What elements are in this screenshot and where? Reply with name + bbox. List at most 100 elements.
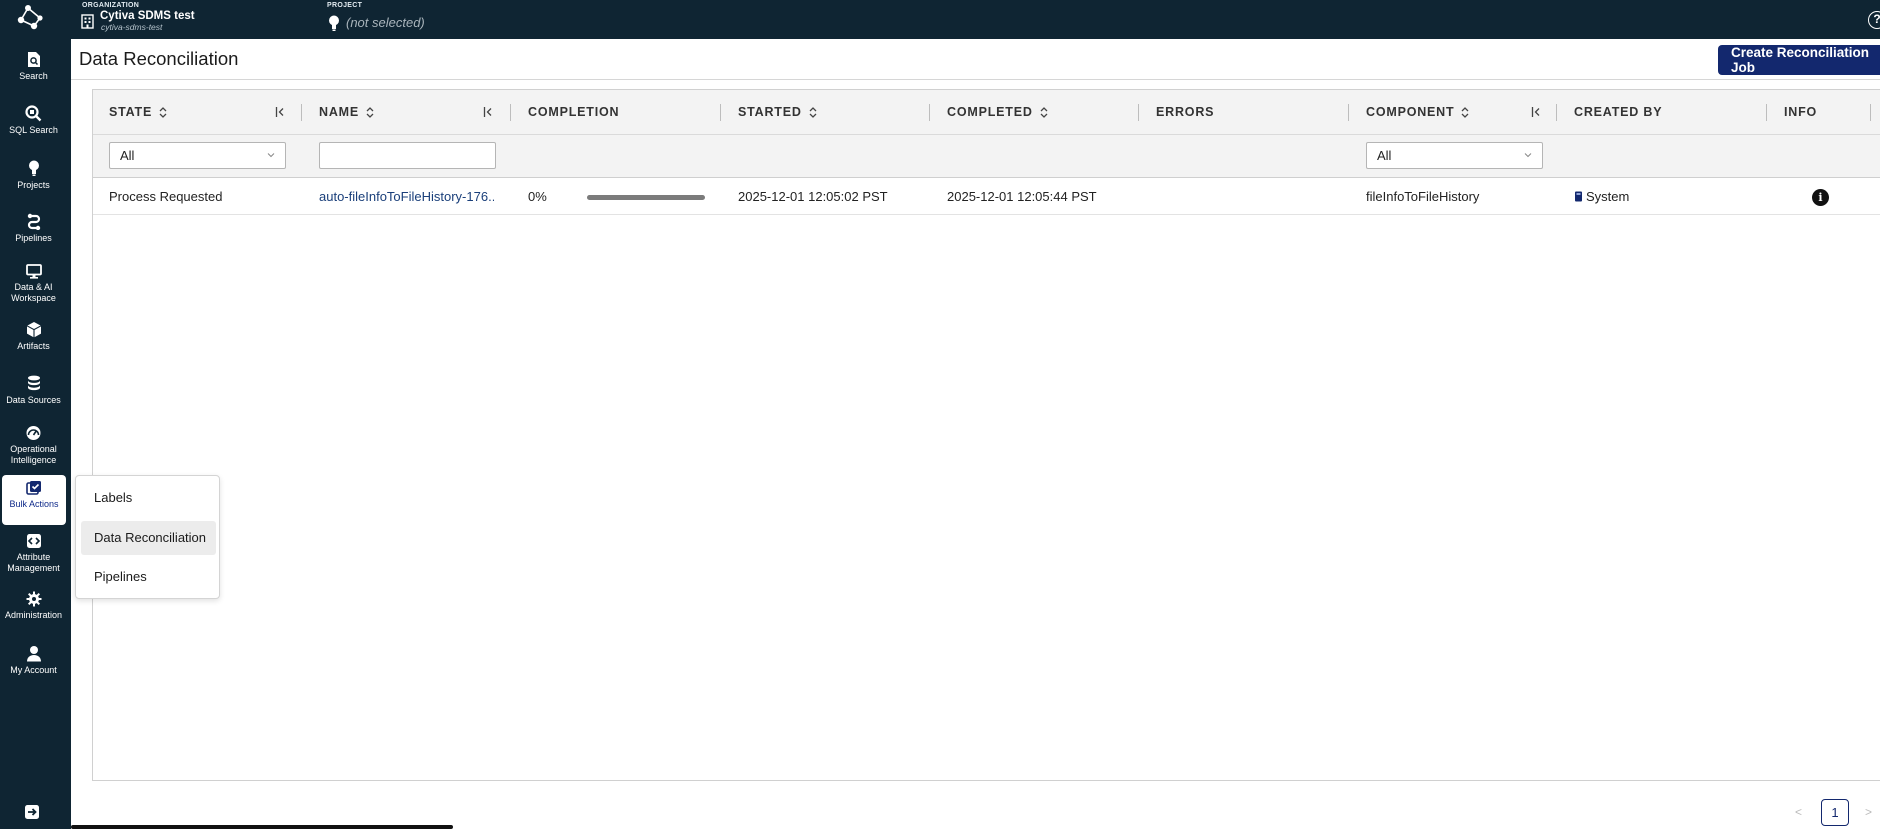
bulk-actions-menu: Labels Data Reconciliation Pipelines — [75, 475, 220, 599]
component-filter-select[interactable]: All — [1366, 142, 1543, 169]
collapse-column-icon[interactable] — [275, 106, 285, 118]
menu-item-labels[interactable]: Labels — [81, 481, 216, 515]
app-logo-icon[interactable] — [16, 4, 44, 32]
pagination-prev-button[interactable]: < — [1795, 805, 1802, 819]
monitor-icon — [25, 264, 42, 279]
completion-progress-bar — [587, 195, 705, 200]
sidebar-item-projects[interactable]: Projects — [0, 159, 67, 191]
column-separator[interactable] — [1138, 104, 1139, 121]
column-header-label: NAME — [319, 105, 360, 119]
info-icon[interactable]: i — [1812, 189, 1829, 206]
sidebar-item-label: Data Sources — [6, 395, 61, 405]
sidebar-item-label: Search — [19, 71, 48, 81]
component-cell: fileInfoToFileHistory — [1366, 189, 1480, 204]
sidebar-item-label: Data & AI Workspace — [11, 282, 56, 303]
sidebar-item-label: Pipelines — [15, 233, 52, 243]
sidebar-item-administration[interactable]: Administration — [0, 591, 67, 621]
sidebar-item-sql-search[interactable]: SQL Search — [0, 105, 67, 136]
sidebar-item-search[interactable]: Search — [0, 51, 67, 82]
chevron-down-icon — [267, 153, 275, 158]
completed-cell: 2025-12-01 12:05:44 PST — [947, 189, 1097, 204]
help-icon[interactable]: ? — [1868, 11, 1880, 29]
completion-progress-fill — [587, 195, 705, 200]
code-brackets-icon — [26, 534, 41, 548]
sort-icon[interactable] — [1461, 107, 1469, 119]
lightbulb-icon — [329, 15, 339, 31]
cube-icon — [26, 322, 41, 338]
create-reconciliation-job-button[interactable]: Create Reconciliation Job — [1718, 45, 1880, 75]
pagination-next-button[interactable]: > — [1865, 805, 1872, 819]
lightbulb-icon — [28, 160, 39, 176]
sidebar-item-pipelines[interactable]: Pipelines — [0, 213, 67, 244]
column-header-label: CREATED BY — [1574, 105, 1663, 119]
sort-icon[interactable] — [159, 107, 167, 119]
pipeline-icon — [27, 213, 40, 230]
column-separator[interactable] — [1870, 104, 1871, 121]
header-divider — [71, 79, 1880, 80]
project-label: PROJECT — [327, 2, 363, 9]
project-selector[interactable]: (not selected) — [346, 15, 425, 30]
column-header-completion[interactable]: COMPLETION — [512, 90, 619, 135]
sidebar-item-data-ai-workspace[interactable]: Data & AI Workspace — [0, 264, 67, 303]
sort-icon[interactable] — [366, 107, 374, 119]
column-header-started[interactable]: STARTED — [722, 90, 817, 135]
organization-label: ORGANIZATION — [82, 2, 140, 9]
pagination-page-button[interactable]: 1 — [1821, 799, 1849, 826]
sql-search-icon — [25, 105, 42, 122]
column-header-label: ERRORS — [1156, 105, 1215, 119]
column-header-errors[interactable]: ERRORS — [1140, 90, 1214, 135]
collapse-column-icon[interactable] — [1531, 106, 1541, 118]
page-title: Data Reconciliation — [79, 48, 239, 69]
building-icon — [81, 14, 94, 29]
menu-item-pipelines[interactable]: Pipelines — [81, 560, 216, 594]
name-filter-input[interactable] — [319, 142, 496, 169]
column-header-component[interactable]: COMPONENT — [1350, 90, 1469, 135]
column-separator[interactable] — [1766, 104, 1767, 121]
sort-icon[interactable] — [809, 107, 817, 119]
column-separator[interactable] — [929, 104, 930, 121]
bottom-scroll-indicator[interactable] — [71, 825, 453, 829]
menu-item-data-reconciliation[interactable]: Data Reconciliation — [81, 521, 216, 555]
sidebar-item-label: My Account — [10, 665, 57, 675]
sidebar-item-label: Bulk Actions — [9, 499, 59, 509]
sidebar-item-my-account[interactable]: My Account — [0, 645, 67, 676]
job-name-link[interactable]: auto-fileInfoToFileHistory-176... — [319, 179, 494, 215]
column-separator[interactable] — [1348, 104, 1349, 121]
column-header-state[interactable]: STATE — [93, 90, 167, 135]
created-by-cell: System — [1574, 179, 1629, 215]
state-filter-select[interactable]: All — [109, 142, 286, 169]
gear-icon — [26, 591, 41, 607]
column-header-name[interactable]: NAME — [303, 90, 374, 135]
collapse-column-icon[interactable] — [483, 106, 493, 118]
logout-icon[interactable] — [24, 804, 42, 820]
column-header-info[interactable]: INFO — [1768, 90, 1817, 135]
column-separator[interactable] — [720, 104, 721, 121]
column-separator[interactable] — [301, 104, 302, 121]
state-filter-value: All — [120, 148, 135, 163]
component-filter-value: All — [1377, 148, 1392, 163]
sidebar-nav: Search SQL Search Projects Pipelines Dat… — [0, 39, 71, 829]
sidebar-item-bulk-actions[interactable]: Bulk Actions — [2, 475, 66, 525]
column-header-label: COMPONENT — [1366, 105, 1455, 119]
column-separator[interactable] — [1556, 104, 1557, 121]
organization-name[interactable]: Cytiva SDMS test — [100, 10, 195, 22]
started-cell: 2025-12-01 12:05:02 PST — [738, 189, 888, 204]
user-icon — [26, 646, 41, 662]
sidebar-item-attribute-management[interactable]: Attribute Management — [0, 533, 67, 573]
column-header-completed[interactable]: COMPLETED — [931, 90, 1048, 135]
sort-icon[interactable] — [1040, 107, 1048, 119]
column-separator[interactable] — [510, 104, 511, 121]
system-icon — [1575, 191, 1582, 202]
chevron-down-icon — [1524, 153, 1532, 158]
column-header-created-by[interactable]: CREATED BY — [1558, 90, 1662, 135]
state-cell: Process Requested — [109, 189, 223, 204]
column-header-label: STARTED — [738, 105, 802, 119]
sidebar-item-label: Operational Intelligence — [10, 444, 57, 465]
table-header: STATE NAME COMPLETION STARTED COMPLETED … — [93, 90, 1880, 135]
search-doc-icon — [27, 52, 40, 67]
sidebar-item-artifacts[interactable]: Artifacts — [0, 321, 67, 352]
table-row[interactable]: Process Requested auto-fileInfoToFileHis… — [93, 179, 1880, 215]
sidebar-item-operational-intelligence[interactable]: Operational Intelligence — [0, 425, 67, 465]
column-header-label: STATE — [109, 105, 153, 119]
sidebar-item-data-sources[interactable]: Data Sources — [0, 375, 67, 406]
